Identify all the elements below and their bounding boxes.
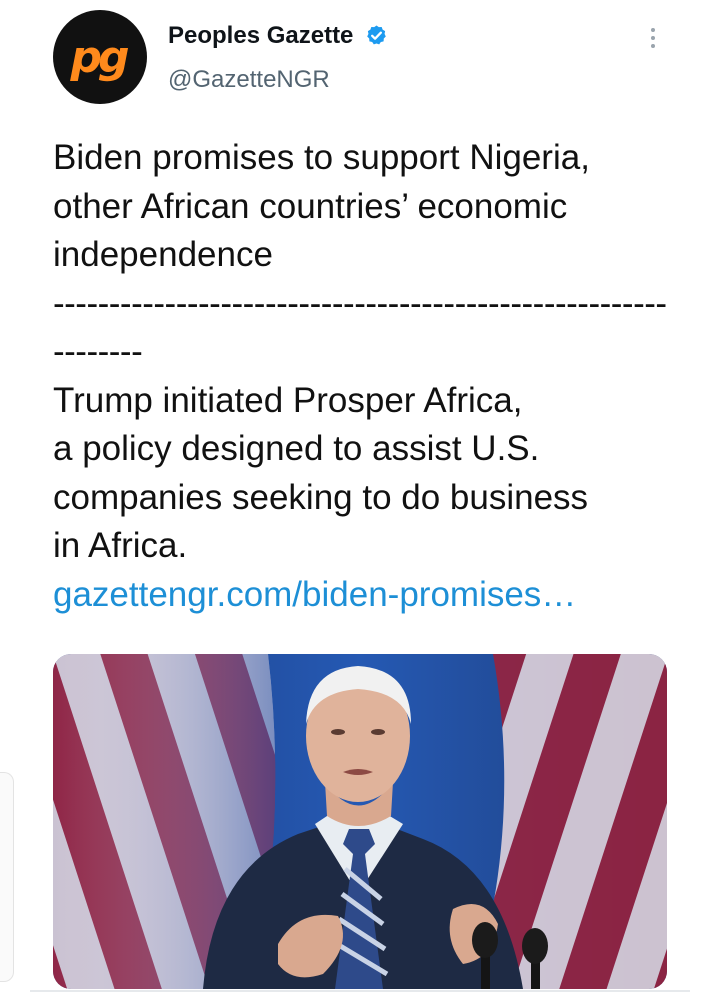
user-handle[interactable]: @GazetteNGR	[168, 66, 330, 94]
tweet-headline: Biden promises to support Nigeria, other…	[53, 138, 590, 274]
display-name[interactable]: Peoples Gazette	[168, 22, 353, 50]
more-vertical-icon	[651, 28, 655, 32]
tweet-divider-line: ----------------------------------------…	[53, 283, 667, 323]
more-options-button[interactable]	[640, 22, 666, 54]
tweet-link[interactable]: gazettengr.com/biden-promises…	[53, 571, 673, 620]
tweet-body: Trump initiated Prosper Africa, a policy…	[53, 380, 589, 566]
tweet-media-image[interactable]	[53, 654, 667, 989]
side-panel-edge	[0, 772, 14, 982]
verified-badge-icon	[367, 25, 386, 45]
divider	[30, 990, 690, 992]
avatar-logo-text: pg	[70, 31, 130, 83]
media-photo	[53, 654, 667, 989]
avatar[interactable]: pg	[53, 10, 147, 104]
tweet-divider-line-short: --------	[53, 332, 143, 371]
tweet-text: Biden promises to support Nigeria, other…	[53, 134, 673, 619]
